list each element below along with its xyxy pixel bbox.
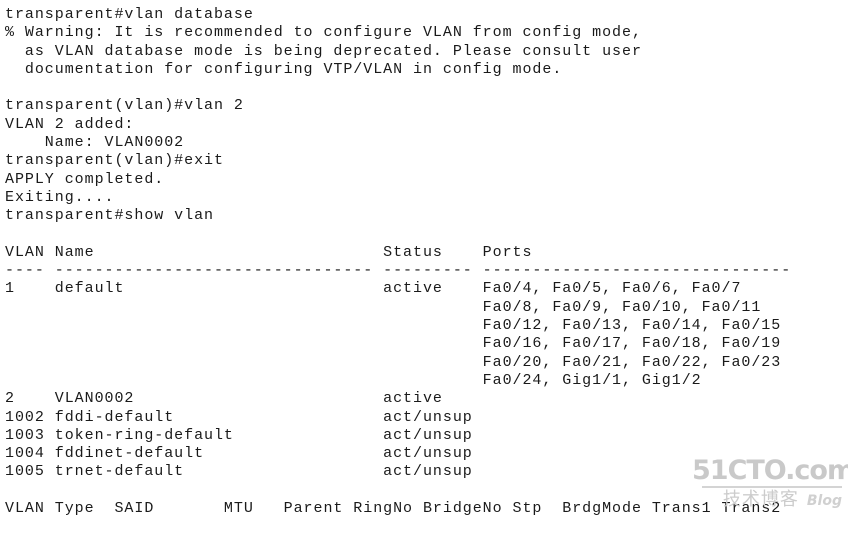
terminal-line: ---- -------------------------------- --…: [5, 262, 792, 280]
terminal-line: Name: VLAN0002: [5, 134, 185, 152]
terminal-line: transparent(vlan)#exit: [5, 152, 224, 170]
terminal-line: VLAN 2 added:: [5, 115, 135, 133]
terminal-output-pane[interactable]: transparent#vlan database% Warning: It i…: [0, 0, 848, 539]
terminal-line: Fa0/24, Gig1/1, Gig1/2: [5, 371, 702, 389]
terminal-line: Fa0/20, Fa0/21, Fa0/22, Fa0/23: [5, 353, 782, 371]
terminal-line: 1002 fddi-default act/unsup: [5, 408, 473, 426]
terminal-line: transparent(vlan)#vlan 2: [5, 97, 244, 115]
terminal-line: Fa0/8, Fa0/9, Fa0/10, Fa0/11: [5, 298, 762, 316]
terminal-line: 2 VLAN0002 active: [5, 390, 443, 408]
terminal-line: % Warning: It is recommended to configur…: [5, 24, 642, 42]
terminal-line: Exiting....: [5, 188, 115, 206]
terminal-line: Fa0/12, Fa0/13, Fa0/14, Fa0/15: [5, 317, 782, 335]
terminal-line: transparent#show vlan: [5, 207, 214, 225]
terminal-line: 1 default active Fa0/4, Fa0/5, Fa0/6, Fa…: [5, 280, 742, 298]
terminal-line: APPLY completed.: [5, 170, 165, 188]
terminal-line: Fa0/16, Fa0/17, Fa0/18, Fa0/19: [5, 335, 782, 353]
terminal-line: 1004 fddinet-default act/unsup: [5, 445, 473, 463]
terminal-line: VLAN Name Status Ports: [5, 243, 533, 261]
terminal-line: transparent#vlan database: [5, 6, 254, 23]
terminal-line: as VLAN database mode is being deprecate…: [5, 42, 642, 60]
terminal-line: documentation for configuring VTP/VLAN i…: [5, 60, 563, 78]
terminal-line: 1003 token-ring-default act/unsup: [5, 426, 473, 444]
terminal-line: VLAN Type SAID MTU Parent RingNo BridgeN…: [5, 500, 782, 518]
terminal-line: 1005 trnet-default act/unsup: [5, 463, 473, 481]
